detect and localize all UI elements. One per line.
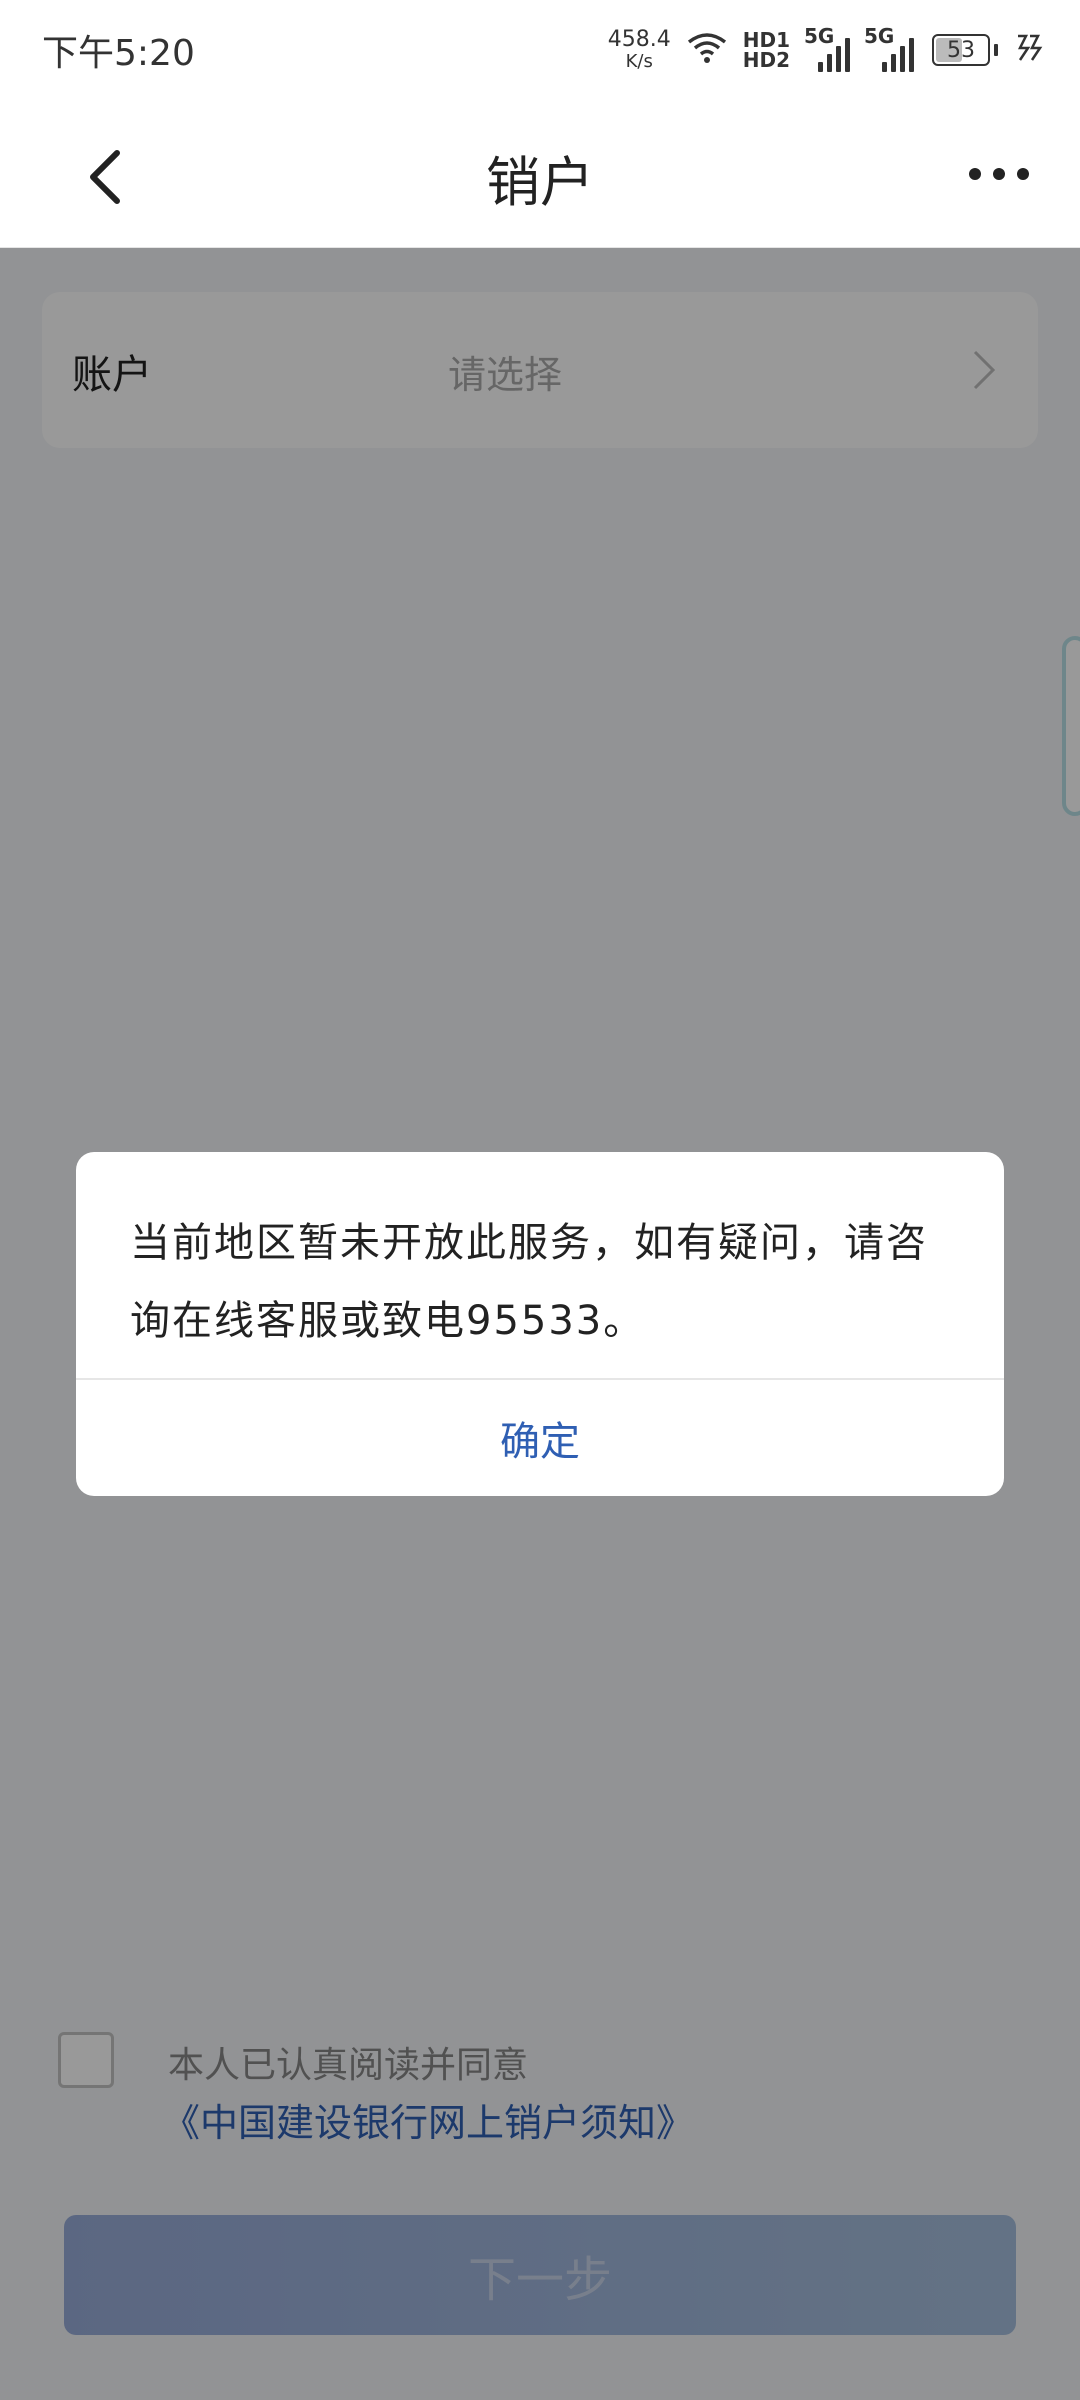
battery-icon: 53 (932, 34, 998, 66)
network-speed-unit: K/s (625, 51, 653, 72)
more-dot-icon (1017, 168, 1029, 180)
more-dot-icon (993, 168, 1005, 180)
battery-level: 53 (947, 37, 975, 63)
hd-indicator: HD1 HD2 (743, 30, 790, 70)
status-time: 下午5:20 (42, 33, 195, 74)
sim1-label: 5G (804, 24, 835, 48)
sim2-label: 5G (864, 24, 895, 48)
signal-sim1-icon: 5G (804, 24, 850, 72)
alert-dialog: 当前地区暂未开放此服务，如有疑问，请咨询在线客服或致电95533。 确定 (76, 1152, 1004, 1496)
hd1-label: HD1 (742, 28, 790, 52)
screen: 下午5:20 458.4 K/s HD1 HD2 5G 5G 53 销户 账户 … (0, 0, 1080, 2400)
wifi-icon (687, 32, 727, 68)
hd2-label: HD2 (742, 48, 790, 72)
nav-bar: 销户 (0, 100, 1080, 248)
network-speed-value: 458.4 (607, 27, 671, 52)
page-title: 销户 (486, 151, 594, 214)
charging-icon (1014, 32, 1044, 69)
signal-sim2-icon: 5G (864, 24, 916, 72)
more-button[interactable] (954, 144, 1044, 204)
dialog-confirm-button[interactable]: 确定 (76, 1380, 1004, 1496)
status-icons: 458.4 K/s HD1 HD2 5G 5G 53 (608, 22, 1044, 78)
more-dot-icon (969, 168, 981, 180)
status-bar: 下午5:20 458.4 K/s HD1 HD2 5G 5G 53 (0, 0, 1080, 100)
network-speed: 458.4 K/s (608, 29, 671, 71)
dialog-message: 当前地区暂未开放此服务，如有疑问，请咨询在线客服或致电95533。 (130, 1220, 928, 1344)
